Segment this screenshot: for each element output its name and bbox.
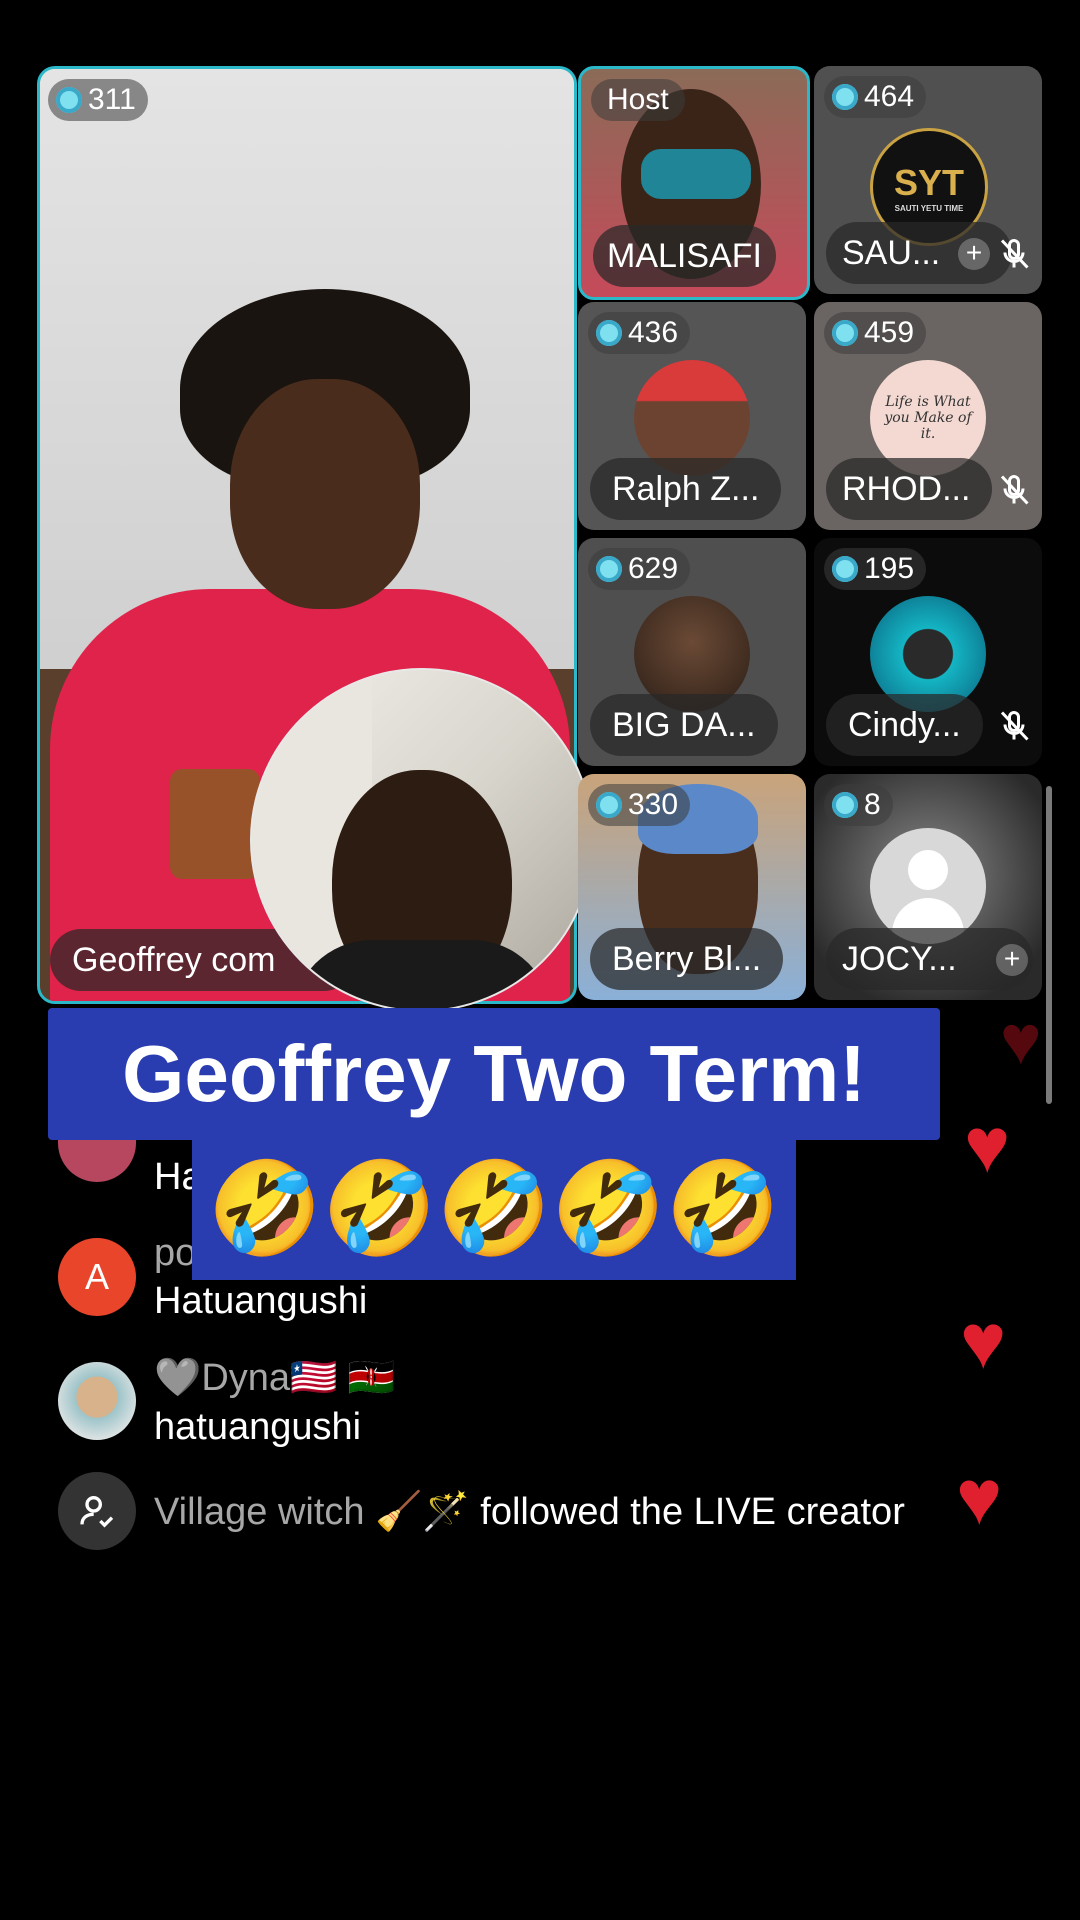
tile-cindy[interactable]: 195 Cindy... (814, 538, 1042, 766)
commenter-avatar[interactable] (58, 1362, 136, 1440)
host-badge: Host (591, 79, 685, 121)
mic-muted-icon (1000, 474, 1029, 505)
tile-sau[interactable]: SYT SAUTI YETU TIME 464 SAU... + (814, 66, 1042, 294)
gift-count: 464 (864, 80, 915, 113)
heart-icon: ♥ (960, 1297, 1007, 1385)
participant-name: Ralph Z... (612, 469, 760, 508)
mic-muted-icon (1000, 238, 1029, 269)
avatar-letter: A (84, 1256, 109, 1297)
participant-name: Cindy... (848, 705, 961, 744)
logo-text: SYT (893, 161, 964, 203)
mic-muted-icon (1000, 710, 1029, 741)
title-banner: Geoffrey Two Term! (48, 1008, 940, 1140)
gem-icon (832, 556, 858, 582)
guest-camera-circle[interactable] (250, 668, 594, 1012)
tile-malisafi[interactable]: Host MALISAFI (578, 66, 810, 300)
follower-username[interactable]: Village witch 🧹🪄 (154, 1491, 470, 1533)
heart-icon: ♥ (956, 1453, 1003, 1541)
tile-berry[interactable]: 330 Berry Bl... (578, 774, 806, 1000)
photo-caption: Life is What you Make of it. (884, 394, 972, 442)
follow-event-text: followed the LIVE creator (469, 1491, 905, 1533)
tile-ralph[interactable]: 436 Ralph Z... (578, 302, 806, 530)
tile-rhod[interactable]: Life is What you Make of it. 459 RHOD... (814, 302, 1042, 530)
add-friend-icon[interactable]: + (958, 238, 990, 270)
participant-name-tag: Ralph Z... (590, 458, 782, 520)
follow-event-icon (58, 1472, 136, 1550)
add-friend-icon[interactable]: + (996, 944, 1028, 976)
participant-name: SAU... (842, 233, 941, 272)
gift-count-badge: 8 (824, 784, 893, 826)
speaker-name: Geoffrey com (72, 940, 276, 979)
gem-icon (56, 87, 82, 113)
gift-count-badge: 195 (824, 548, 927, 590)
participant-name: Berry Bl... (612, 939, 762, 978)
speaker-face (230, 379, 420, 609)
glasses (641, 149, 751, 199)
gem-icon (596, 320, 622, 346)
participant-name-tag: BIG DA... (590, 694, 778, 756)
participant-name: BIG DA... (612, 705, 756, 744)
gift-count-badge: 629 (588, 548, 691, 590)
default-avatar-icon (870, 828, 986, 944)
participant-name-tag: MALISAFI (593, 225, 776, 287)
gift-count: 8 (864, 788, 881, 821)
user-check-icon (80, 1496, 114, 1528)
gift-count: 459 (864, 316, 915, 349)
participant-name: MALISAFI (607, 236, 762, 275)
emoji-banner: 🤣🤣🤣🤣🤣 (192, 1138, 796, 1280)
gem-icon (832, 792, 858, 818)
heart-icon: ♥ (1000, 1001, 1042, 1079)
logo-subtext: SAUTI YETU TIME (894, 203, 964, 213)
participant-name-tag: RHOD... (826, 458, 993, 520)
shirt-badge (170, 769, 260, 879)
comment-username[interactable]: 🩶Dyna🇱🇷 🇰🇪 (154, 1356, 395, 1400)
comment-username[interactable]: po (154, 1232, 196, 1275)
gem-icon (832, 84, 858, 110)
heart-icon: ♥ (964, 1101, 1011, 1189)
gem-icon (596, 792, 622, 818)
comment-text: Hatuangushi (154, 1280, 368, 1322)
gift-count: 311 (88, 83, 136, 116)
host-label: Host (607, 83, 669, 116)
gift-count: 436 (628, 316, 679, 349)
gem-icon (832, 320, 858, 346)
title-text: Geoffrey Two Term! (122, 1029, 866, 1118)
gift-count: 195 (864, 552, 915, 585)
gift-count: 629 (628, 552, 679, 585)
tile-jocy[interactable]: 8 JOCY... + (814, 774, 1042, 1000)
participant-name: JOCY... (842, 939, 957, 978)
comment-text: hatuangushi (154, 1406, 362, 1448)
gem-icon (596, 556, 622, 582)
gift-count-badge: 464 (824, 76, 927, 118)
commenter-avatar[interactable]: A (58, 1238, 136, 1316)
participant-name-tag: Berry Bl... (590, 928, 784, 990)
gift-count: 330 (628, 788, 679, 821)
gift-count-badge: 436 (588, 312, 691, 354)
participant-name-tag: Cindy... (826, 694, 983, 756)
gift-count-badge: 330 (588, 784, 691, 826)
emoji-text: 🤣🤣🤣🤣🤣 (207, 1157, 781, 1260)
gift-count-badge: 311 (48, 79, 148, 121)
guest-shirt (292, 940, 552, 1010)
follow-event-line: Village witch 🧹🪄 followed the LIVE creat… (154, 1490, 905, 1534)
tile-bigda[interactable]: 629 BIG DA... (578, 538, 806, 766)
gift-count-badge: 459 (824, 312, 927, 354)
participant-name: RHOD... (842, 469, 971, 508)
